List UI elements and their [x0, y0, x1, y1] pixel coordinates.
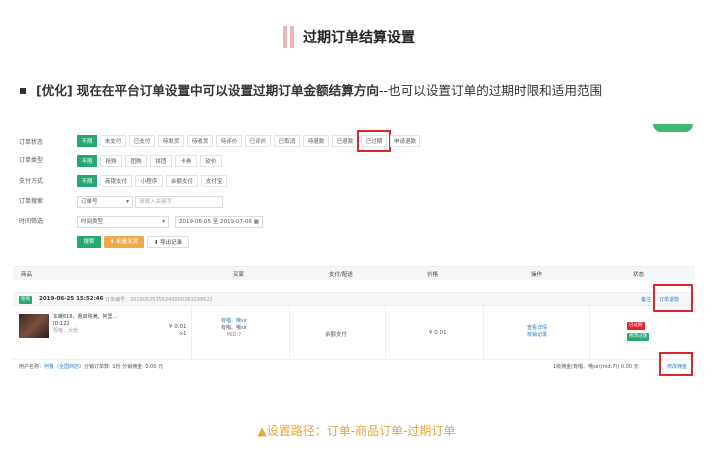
note-bold: 现在在平台订单设置中可以设置过期订单金额结算方向 — [76, 83, 379, 98]
note-text: [优化] 现在在平台订单设置中可以设置过期订单金额结算方向--也可以设置订单的过… — [36, 80, 602, 99]
expired-tag: 已过期 — [627, 322, 645, 330]
order-header-row: 抢购 2019-06-25 15:52:46 订单编号：201905251552… — [13, 292, 695, 306]
pay-method: 余额支付 — [325, 332, 348, 338]
heading-accent-bar — [290, 26, 294, 48]
type-option[interactable]: 卡券 — [175, 155, 197, 167]
col-pay: 支付/配送 — [329, 272, 353, 278]
type-option[interactable]: 砍价 — [200, 155, 222, 167]
bulk-ship-button[interactable]: ⬆ 批量发货 — [104, 236, 144, 248]
cell-divider — [483, 306, 484, 359]
caption: ▲设置路径：订单-商品订单-过期订单 — [257, 424, 456, 438]
filter-label-status: 订单状态 — [19, 139, 44, 146]
cell-divider — [289, 306, 290, 359]
date-range-input[interactable]: 2019-06-05 至 2019-07-06 ▦ — [175, 216, 263, 228]
pay-option[interactable]: 商银支付 — [100, 175, 132, 187]
admin-screenshot: 订单状态 订单类型 支付方式 订单搜索 订单号 ▾ 请输入关键字 时间筛选 时间类… — [13, 124, 695, 378]
highlight-box-refund — [653, 284, 693, 312]
highlight-box-commission — [659, 352, 693, 376]
product-id: ID:122 — [53, 321, 70, 327]
status-option[interactable]: 已取消 — [274, 135, 300, 147]
highlight-box-expired — [357, 130, 391, 152]
status-option[interactable]: 已评价 — [245, 135, 271, 147]
search-button[interactable]: 搜索 — [77, 236, 101, 248]
bullet-icon — [20, 88, 26, 94]
product-spec: 规格：大份 — [53, 328, 79, 334]
order-type-tag: 抢购 — [19, 296, 32, 304]
cell-divider — [589, 306, 590, 359]
user-name-link[interactable]: 阿鲁（ — [44, 364, 59, 370]
status-option[interactable]: 未支付 — [100, 135, 126, 147]
col-status: 状态 — [633, 272, 645, 278]
cell-divider — [191, 306, 192, 359]
status-option[interactable]: 待收货 — [187, 135, 213, 147]
filter-label-pay: 支付方式 — [19, 178, 44, 185]
footer-left: 用户名称：阿鲁（全国商店）分销订单数: 1份 分销佣金: 0.00 元 — [19, 364, 164, 370]
product-info: 东耀618，惠启购满，阿里... ID:122 规格：大份 — [53, 314, 117, 335]
type-option[interactable]: 拼团 — [150, 155, 172, 167]
view-detail-link[interactable]: 查看详情 — [527, 325, 547, 332]
table-header: 商品 买家 支付/配送 价格 操作 状态 — [13, 266, 695, 280]
status-option[interactable]: 申请退款 — [390, 135, 420, 147]
type-option[interactable]: 抢购 — [100, 155, 122, 167]
export-button[interactable]: ⬇ 导出记录 — [147, 236, 189, 248]
note-tag: [优化] — [36, 83, 73, 98]
store-link[interactable]: 全国商店 — [59, 364, 79, 370]
buyer-name[interactable]: 有唱、哦sir — [221, 318, 247, 325]
total-price: ¥ 0.01 — [429, 330, 447, 336]
search-input[interactable]: 请输入关键字 — [135, 196, 223, 208]
col-buyer: 买家 — [233, 272, 245, 278]
status-option[interactable]: 待退款 — [303, 135, 329, 147]
calendar-icon: ▦ — [253, 219, 259, 225]
col-price: 价格 — [427, 272, 439, 278]
filter-label-type: 订单类型 — [19, 157, 44, 164]
status-option[interactable]: 待发货 — [158, 135, 184, 147]
status-option[interactable]: 已支付 — [129, 135, 155, 147]
modify-expiry-button[interactable]: 修改过期 — [627, 333, 649, 341]
type-option[interactable]: 不限 — [77, 155, 97, 167]
buyer-info: 有唱、哦sir 有唱、哦sir MID:7 — [221, 318, 247, 339]
filter-label-time: 时间筛选 — [19, 218, 44, 225]
floating-toggle[interactable] — [653, 124, 693, 132]
product-thumbnail — [19, 314, 49, 338]
pay-option[interactable]: 不限 — [77, 175, 97, 187]
status-option[interactable]: 不限 — [77, 135, 97, 147]
status-option[interactable]: 待评价 — [216, 135, 242, 147]
col-ops: 操作 — [531, 272, 543, 278]
section-title: 过期订单结算设置 — [303, 30, 415, 46]
time-type-select[interactable]: 时间类型 ▾ — [77, 216, 169, 228]
buyer-mid: MID:7 — [226, 332, 242, 338]
search-type-select[interactable]: 订单号 ▾ — [77, 196, 133, 208]
col-product: 商品 — [21, 272, 33, 278]
pay-option[interactable]: 余额支付 — [166, 175, 198, 187]
heading-accent-bar — [283, 26, 287, 48]
section-heading: 过期订单结算设置 — [0, 22, 713, 52]
pay-option[interactable]: 小程序 — [135, 175, 163, 187]
buyer-name-2: 有唱、哦sir — [221, 325, 248, 331]
cell-divider — [385, 306, 386, 359]
note-rest: --也可以设置订单的过期时限和适用范围 — [378, 83, 603, 98]
filter-label-search: 订单搜索 — [19, 198, 44, 205]
verify-record-link[interactable]: 核销记录 — [527, 332, 547, 339]
remark-link[interactable]: 备注 — [641, 296, 651, 303]
status-option[interactable]: 已退款 — [332, 135, 358, 147]
footer-commission: 1级佣金(有唱、哦sir(mid:7)) 0.00 元 — [553, 364, 639, 370]
pay-option[interactable]: 支付宝 — [201, 175, 227, 187]
type-option[interactable]: 团购 — [125, 155, 147, 167]
ops-cell: 查看详情 核销记录 — [527, 325, 547, 339]
unit-price: ¥ 0.01 x1 — [169, 324, 187, 337]
product-name[interactable]: 东耀618，惠启购满，阿里... — [53, 314, 117, 321]
order-number: 订单编号：20190525155240000283296622 — [105, 297, 213, 303]
order-time: 2019-06-25 15:52:46 — [39, 296, 104, 302]
order-footer: 用户名称：阿鲁（全国商店）分销订单数: 1份 分销佣金: 0.00 元 1级佣金… — [13, 359, 695, 371]
